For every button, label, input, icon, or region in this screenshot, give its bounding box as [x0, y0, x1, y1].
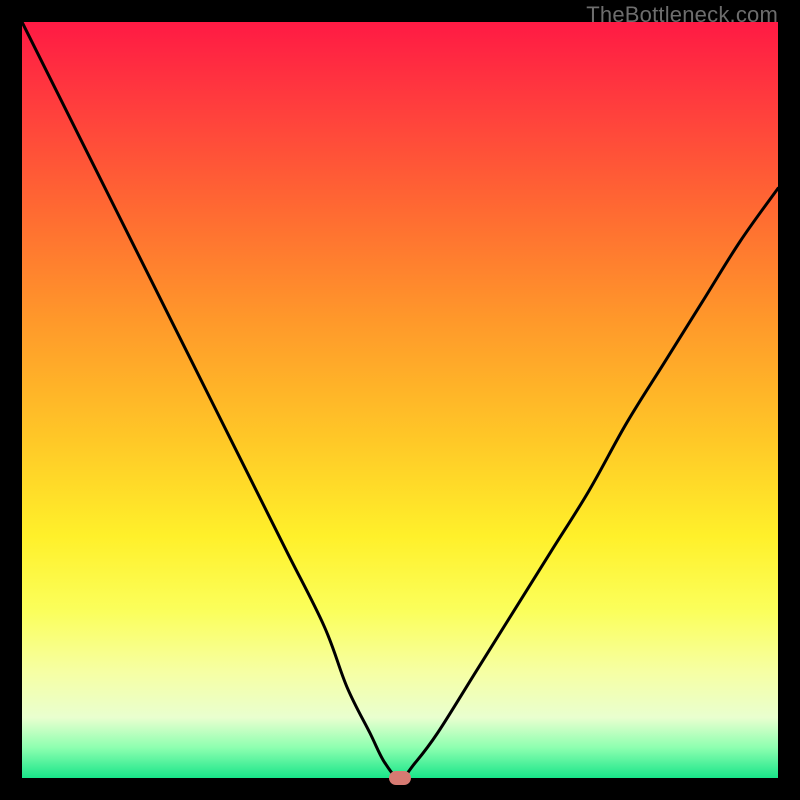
chart-frame: TheBottleneck.com: [0, 0, 800, 800]
watermark-text: TheBottleneck.com: [586, 2, 778, 28]
bottleneck-curve: [22, 22, 778, 778]
plot-area: [22, 22, 778, 778]
optimal-point-marker: [389, 771, 411, 785]
